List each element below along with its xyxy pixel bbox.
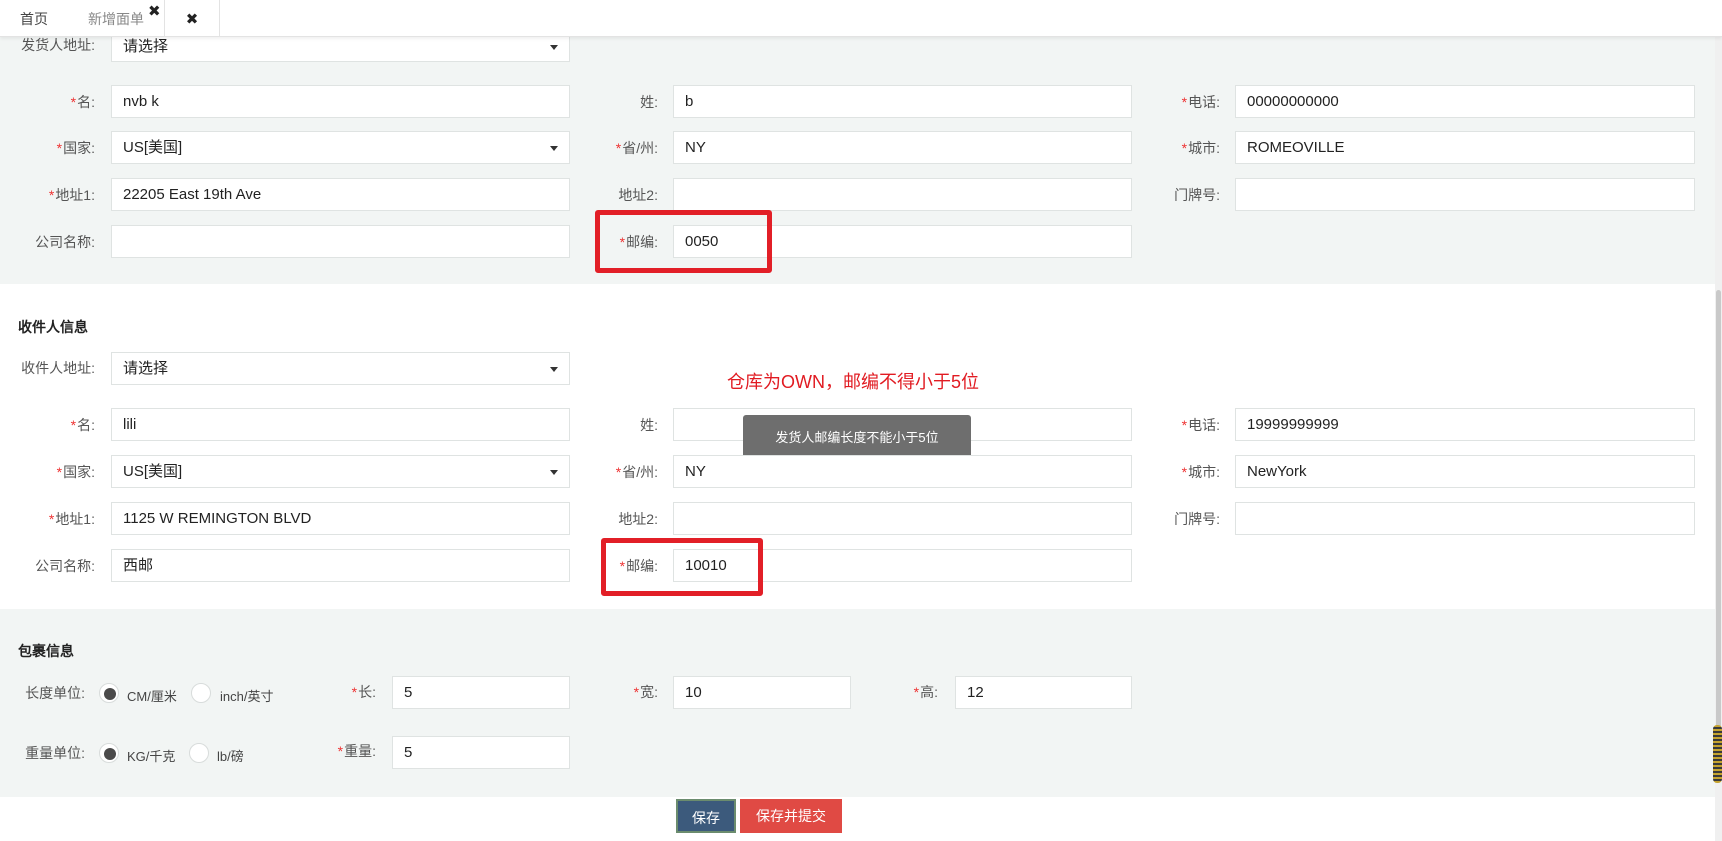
chevron-down-icon [550, 367, 558, 372]
receiver-address-value: 请选择 [123, 360, 169, 377]
sender-last-name-input[interactable]: b [673, 85, 1132, 118]
sender-company-input[interactable] [111, 225, 570, 258]
tab-new-label-sheet-label: 新增面单 [88, 11, 144, 27]
width-label: *宽: [633, 684, 658, 700]
sender-country-select[interactable]: US[美国] [111, 131, 570, 164]
sender-phone-input[interactable]: 00000000000 [1235, 85, 1695, 118]
annotation-note: 仓库为OWN，邮编不得小于5位 [727, 372, 979, 392]
weight-input[interactable]: 5 [392, 736, 570, 769]
sender-address-value: 请选择 [123, 38, 169, 55]
sender-address2-label: 地址2: [618, 187, 658, 203]
tab-home[interactable]: 首页 [0, 0, 69, 36]
receiver-address-label: 收件人地址: [21, 360, 95, 376]
sender-state-label: *省/州: [615, 140, 658, 156]
length-unit-label: 长度单位: [25, 685, 85, 701]
weight-unit-lb-radio[interactable] [189, 743, 209, 763]
save-button[interactable]: 保存 [676, 799, 736, 833]
receiver-city-label: *城市: [1181, 464, 1220, 480]
sender-country-value: US[美国] [123, 139, 183, 156]
receiver-zip-highlight-box [601, 538, 763, 596]
scrollbar-grip-icon[interactable] [1713, 725, 1722, 783]
sender-country-label: *国家: [56, 140, 95, 156]
receiver-address2-label: 地址2: [618, 511, 658, 527]
receiver-city-input[interactable]: NewYork [1235, 455, 1695, 488]
weight-label: *重量: [337, 743, 376, 759]
sender-address2-input[interactable] [673, 178, 1132, 211]
sender-first-name-input[interactable]: nvb k [111, 85, 570, 118]
length-unit-inch-label: inch/英寸 [220, 689, 274, 704]
receiver-state-input[interactable]: NY [673, 455, 1132, 488]
sender-last-name-label: 姓: [640, 94, 658, 110]
sender-zip-highlight-box [595, 210, 772, 273]
receiver-address-select[interactable]: 请选择 [111, 352, 570, 385]
length-label: *长: [351, 684, 376, 700]
receiver-section-title: 收件人信息 [18, 319, 88, 335]
tab-home-label: 首页 [20, 11, 48, 27]
receiver-state-label: *省/州: [615, 464, 658, 480]
receiver-company-input[interactable]: 西邮 [111, 549, 570, 582]
sender-city-label: *城市: [1181, 140, 1220, 156]
close-all-tabs-button[interactable]: ✖ [165, 0, 220, 36]
width-input[interactable]: 10 [673, 676, 851, 709]
length-input[interactable]: 5 [392, 676, 570, 709]
sender-company-label: 公司名称: [35, 234, 95, 250]
weight-unit-kg-label: KG/千克 [127, 749, 176, 764]
receiver-company-label: 公司名称: [35, 558, 95, 574]
sender-city-input[interactable]: ROMEOVILLE [1235, 131, 1695, 164]
tab-close-icon[interactable]: ✖ [148, 4, 161, 19]
receiver-phone-label: *电话: [1181, 417, 1220, 433]
sender-address1-input[interactable]: 22205 East 19th Ave [111, 178, 570, 211]
close-icon: ✖ [185, 11, 199, 28]
receiver-address1-input[interactable]: 1125 W REMINGTON BLVD [111, 502, 570, 535]
receiver-address2-input[interactable] [673, 502, 1132, 535]
receiver-door-input[interactable] [1235, 502, 1695, 535]
weight-unit-label: 重量单位: [25, 745, 85, 761]
sender-door-input[interactable] [1235, 178, 1695, 211]
sender-state-input[interactable]: NY [673, 131, 1132, 164]
length-unit-inch-radio[interactable] [191, 683, 211, 703]
save-submit-button[interactable]: 保存并提交 [740, 799, 842, 833]
weight-unit-lb-label: lb/磅 [217, 749, 244, 764]
chevron-down-icon [550, 45, 558, 50]
sender-address1-label: *地址1: [48, 187, 95, 203]
receiver-country-value: US[美国] [123, 463, 183, 480]
receiver-last-name-label: 姓: [640, 417, 658, 433]
weight-unit-kg-radio[interactable] [99, 743, 119, 763]
chevron-down-icon [550, 470, 558, 475]
receiver-phone-input[interactable]: 19999999999 [1235, 408, 1695, 441]
receiver-country-select[interactable]: US[美国] [111, 455, 570, 488]
receiver-address1-label: *地址1: [48, 511, 95, 527]
scrollbar-thumb[interactable] [1716, 290, 1721, 780]
sender-phone-label: *电话: [1181, 94, 1220, 110]
receiver-first-name-label: *名: [70, 417, 95, 433]
package-section-title: 包裹信息 [18, 643, 74, 659]
length-unit-cm-label: CM/厘米 [127, 689, 177, 704]
tab-new-label-sheet[interactable]: 新增面单 ✖ [68, 0, 165, 36]
receiver-door-label: 门牌号: [1174, 511, 1220, 527]
sender-door-label: 门牌号: [1174, 187, 1220, 203]
height-label: *高: [913, 684, 938, 700]
receiver-country-label: *国家: [56, 464, 95, 480]
length-unit-cm-radio[interactable] [99, 683, 119, 703]
height-input[interactable]: 12 [955, 676, 1132, 709]
tab-bar: 首页 新增面单 ✖ ✖ [0, 0, 1722, 37]
sender-first-name-label: *名: [70, 94, 95, 110]
chevron-down-icon [550, 146, 558, 151]
receiver-first-name-input[interactable]: lili [111, 408, 570, 441]
